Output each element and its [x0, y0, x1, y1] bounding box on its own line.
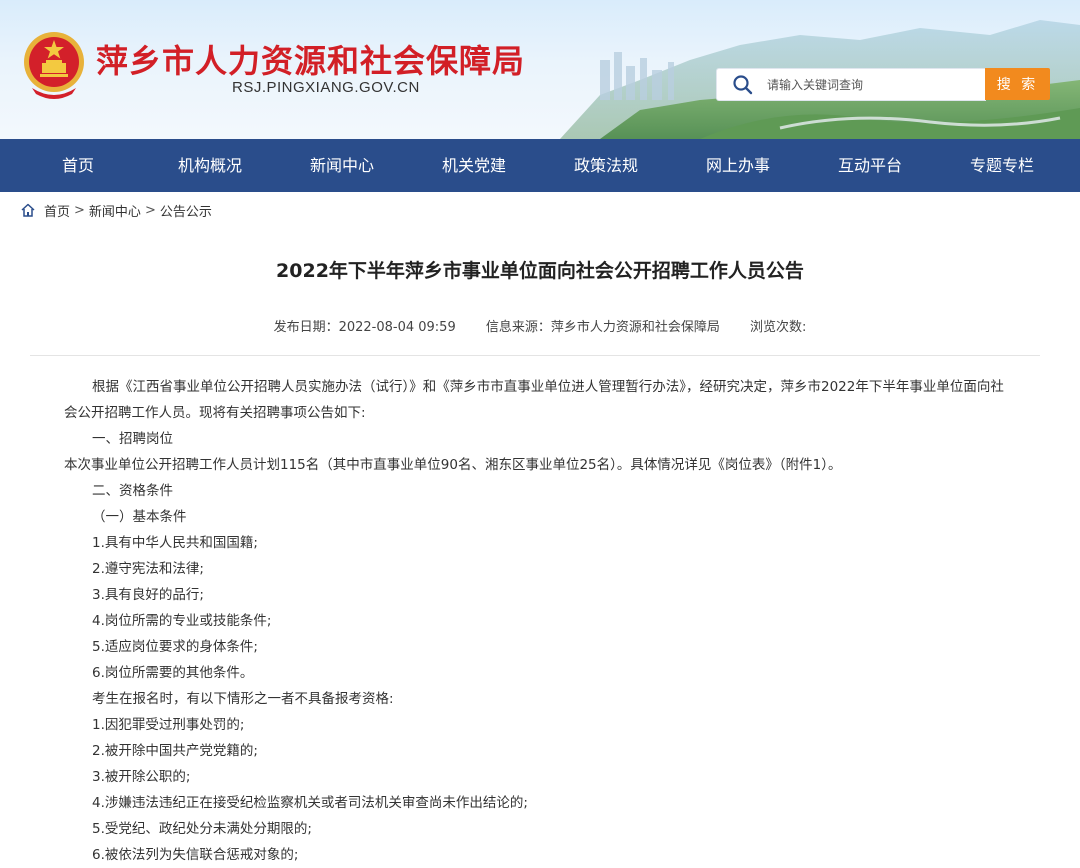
- nav-item-special-topics[interactable]: 专题专栏: [936, 139, 1068, 192]
- list-item: 5.适应岗位要求的身体条件;: [92, 639, 258, 655]
- breadcrumb-news[interactable]: 新闻中心: [89, 201, 141, 220]
- breadcrumb-announcements[interactable]: 公告公示: [160, 201, 212, 220]
- main-nav: 首页 机构概况 新闻中心 机关党建 政策法规 网上办事 互动平台 专题专栏: [0, 139, 1080, 192]
- search-icon: [733, 75, 753, 95]
- list-item: 1.具有中华人民共和国国籍;: [92, 535, 258, 551]
- list-item: 6.岗位所需要的其他条件。: [92, 665, 254, 681]
- subsection-heading: （一）基本条件: [92, 509, 187, 525]
- national-emblem-icon: [24, 32, 84, 99]
- site-header: 萍乡市人力资源和社会保障局 RSJ.PINGXIANG.GOV.CN 搜 索: [0, 0, 1080, 139]
- site-title: 萍乡市人力资源和社会保障局: [96, 42, 526, 80]
- divider: [30, 355, 1040, 356]
- list-item: 2.被开除中国共产党党籍的;: [92, 743, 258, 759]
- search-input[interactable]: [767, 73, 972, 96]
- section-heading: 一、招聘岗位: [92, 431, 173, 447]
- article-title: 2022年下半年萍乡市事业单位面向社会公开招聘工作人员公告: [276, 260, 804, 282]
- search-button[interactable]: 搜 索: [985, 68, 1050, 100]
- article-meta: 发布日期：2022-08-04 09:59 信息来源：萍乡市人力资源和社会保障局…: [0, 316, 1080, 335]
- list-item: 1.因犯罪受过刑事处罚的;: [92, 717, 245, 733]
- publish-date: 发布日期：2022-08-04 09:59: [273, 320, 456, 335]
- list-item: 2.遵守宪法和法律;: [92, 561, 204, 577]
- paragraph-intro: 根据《江西省事业单位公开招聘人员实施办法（试行）》和《萍乡市市直事业单位进人管理…: [64, 379, 1004, 421]
- breadcrumb-home[interactable]: 首页: [44, 201, 70, 220]
- breadcrumb-separator: >: [144, 202, 156, 218]
- breadcrumb-separator: >: [74, 202, 85, 218]
- list-item: 4.岗位所需的专业或技能条件;: [92, 613, 272, 629]
- nav-item-policy[interactable]: 政策法规: [540, 139, 672, 192]
- view-count: 浏览次数:: [750, 320, 807, 335]
- nav-item-online-services[interactable]: 网上办事: [672, 139, 804, 192]
- section-heading: 二、资格条件: [92, 483, 173, 499]
- nav-item-news[interactable]: 新闻中心: [276, 139, 408, 192]
- breadcrumb: 首页 > 新闻中心 > 公告公示: [20, 200, 212, 220]
- list-item: 3.被开除公职的;: [92, 769, 191, 785]
- search-box: [717, 69, 985, 100]
- list-item: 5.受党纪、政纪处分未满处分期限的;: [92, 821, 312, 837]
- nav-item-party[interactable]: 机关党建: [408, 139, 540, 192]
- article-body: 根据《江西省事业单位公开招聘人员实施办法（试行）》和《萍乡市市直事业单位进人管理…: [64, 374, 1014, 868]
- nav-item-about[interactable]: 机构概况: [144, 139, 276, 192]
- list-item: 6.被依法列为失信联合惩戒对象的;: [92, 847, 299, 863]
- home-icon: [21, 203, 35, 217]
- info-source: 信息来源：萍乡市人力资源和社会保障局: [485, 320, 720, 335]
- list-item: 4.涉嫌违法违纪正在接受纪检监察机关或者司法机关审查尚未作出结论的;: [92, 795, 528, 811]
- nav-item-interaction[interactable]: 互动平台: [804, 139, 936, 192]
- paragraph: 考生在报名时，有以下情形之一者不具备报考资格:: [92, 691, 394, 707]
- nav-item-home[interactable]: 首页: [12, 139, 144, 192]
- list-item: 3.具有良好的品行;: [92, 587, 204, 603]
- site-domain: RSJ.PINGXIANG.GOV.CN: [232, 79, 420, 96]
- paragraph: 本次事业单位公开招聘工作人员计划115名（其中市直事业单位90名、湘东区事业单位…: [64, 457, 842, 473]
